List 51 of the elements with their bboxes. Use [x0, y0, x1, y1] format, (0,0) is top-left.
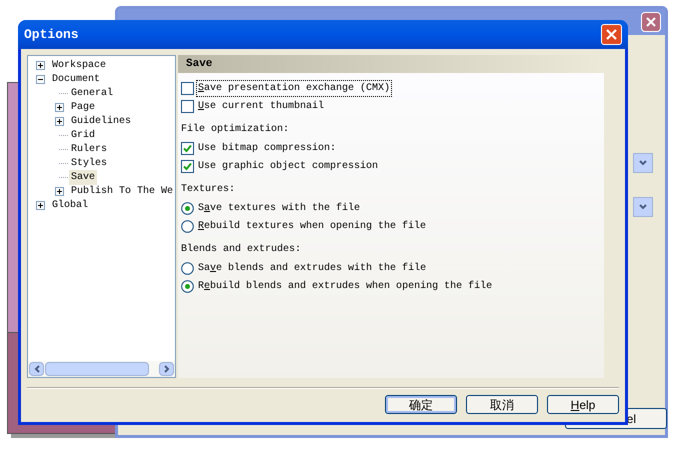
option-label: Save textures with the file	[197, 202, 362, 216]
scroll-right-icon[interactable]	[159, 362, 174, 376]
expand-icon[interactable]	[36, 200, 45, 210]
chevron-down-icon	[639, 160, 647, 166]
option-label: Save blends and extrudes with the file	[197, 262, 428, 276]
tree-item[interactable]: Document	[50, 72, 102, 86]
tree-item[interactable]: Grid	[69, 128, 98, 142]
dialog-button[interactable]: 确定	[385, 395, 457, 414]
tree-item[interactable]: Guidelines	[69, 114, 134, 128]
dialog-button[interactable]: 取消	[466, 395, 538, 414]
option-label: Rebuild blends and extrudes when opening the file	[197, 280, 494, 294]
checkbox[interactable]	[181, 82, 194, 94]
dropdown-button[interactable]	[633, 153, 653, 173]
option-label: Use graphic object compression	[197, 160, 380, 174]
dropdown-button[interactable]	[633, 197, 653, 217]
expand-icon[interactable]	[55, 102, 64, 112]
tree-item[interactable]: Save	[69, 170, 98, 184]
group-heading: Textures:	[181, 182, 236, 196]
expand-icon[interactable]	[36, 60, 45, 70]
tree-item[interactable]: Workspace	[50, 58, 108, 72]
close-icon[interactable]	[641, 12, 661, 32]
tree-item[interactable]: Page	[69, 100, 98, 114]
horizontal-scrollbar[interactable]	[28, 361, 175, 377]
collapse-icon[interactable]	[36, 74, 45, 84]
close-button[interactable]	[601, 24, 622, 45]
close-icon	[606, 29, 617, 40]
tree-item[interactable]: Global	[50, 198, 90, 212]
scroll-left-icon[interactable]	[29, 362, 44, 376]
radio-button[interactable]	[181, 280, 194, 292]
tree-item[interactable]: General	[69, 86, 116, 100]
window-title: Options	[24, 26, 79, 44]
expand-icon[interactable]	[55, 186, 64, 196]
checkbox[interactable]	[181, 100, 194, 112]
radio-button[interactable]	[181, 262, 194, 274]
scroll-thumb[interactable]	[45, 362, 149, 376]
option-label: Use current thumbnail	[197, 100, 326, 114]
tree-item[interactable]: Rulers	[69, 142, 110, 156]
group-heading: File optimization:	[181, 122, 290, 136]
dialog-button[interactable]: Help	[547, 395, 619, 414]
radio-button[interactable]	[181, 220, 194, 232]
chevron-down-icon	[639, 204, 647, 210]
checkbox[interactable]	[181, 142, 194, 154]
checkbox[interactable]	[181, 160, 194, 172]
tree-item[interactable]: Styles	[69, 156, 110, 170]
option-label: Use bitmap compression:	[197, 142, 338, 156]
radio-button[interactable]	[181, 202, 194, 214]
tree-item[interactable]: Publish To The We	[68, 184, 175, 198]
group-heading: Blends and extrudes:	[181, 242, 302, 256]
option-label: Save presentation exchange (CMX)	[196, 80, 392, 96]
expand-icon[interactable]	[55, 116, 64, 126]
option-label: Rebuild textures when opening the file	[197, 220, 428, 234]
